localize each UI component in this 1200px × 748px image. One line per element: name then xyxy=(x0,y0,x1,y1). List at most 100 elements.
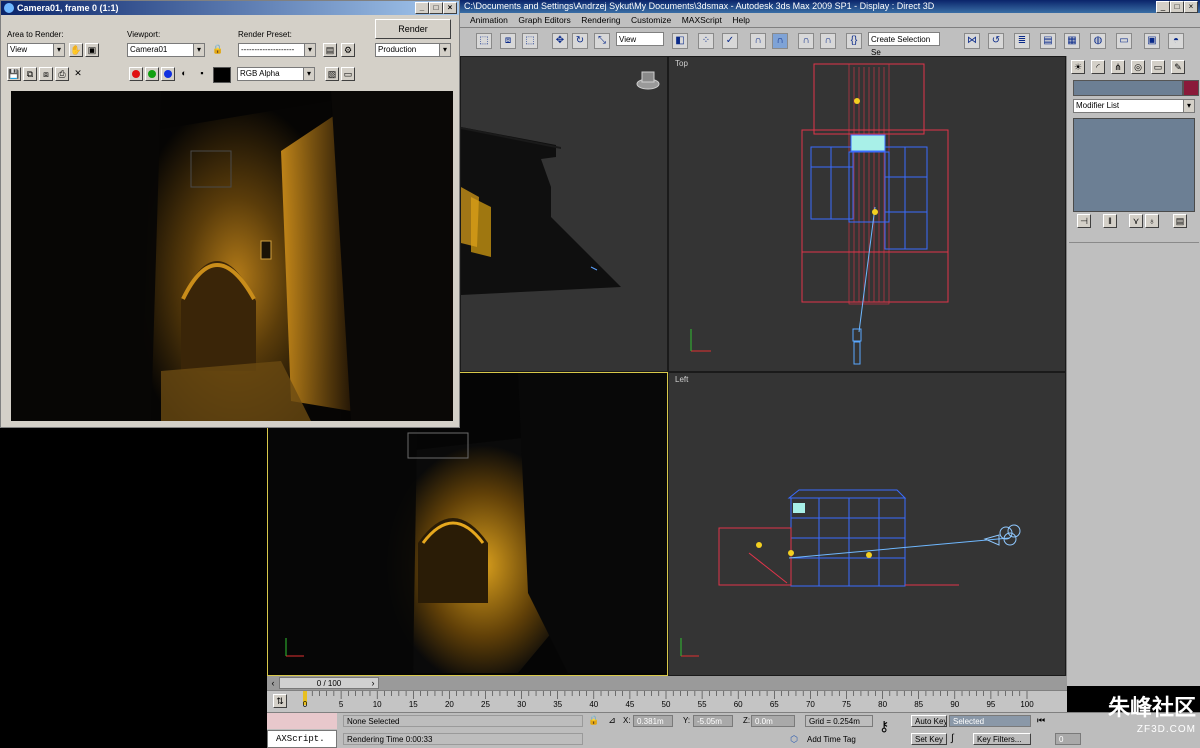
selection-set-select[interactable]: Create Selection Se xyxy=(868,32,940,57)
environment-icon[interactable]: ⚙ xyxy=(341,43,355,57)
utilities-tab-icon[interactable]: ✎ xyxy=(1171,60,1185,74)
current-frame-field[interactable]: 0 xyxy=(1055,733,1081,745)
toggle-ui-icon[interactable]: ▭ xyxy=(341,67,355,81)
spinner-snap-icon[interactable]: ∩ xyxy=(820,33,836,49)
monochrome-icon[interactable]: ▪ xyxy=(195,67,209,81)
toggle-ui-overlay-icon[interactable]: ▧ xyxy=(325,67,339,81)
absolute-mode-icon[interactable]: ⊿ xyxy=(605,714,619,728)
pivot-icon[interactable]: ◧ xyxy=(672,33,688,49)
menu-animation[interactable]: Animation xyxy=(466,13,512,27)
auto-key-button[interactable]: Auto Key xyxy=(911,715,947,727)
rendered-frame-icon[interactable]: ▣ xyxy=(1144,33,1160,49)
modifier-stack[interactable] xyxy=(1073,118,1195,212)
viewport-left[interactable]: Left xyxy=(668,372,1066,676)
show-end-result-icon[interactable]: ‖ xyxy=(1103,214,1117,228)
print-image-icon[interactable]: ⎙ xyxy=(55,67,69,81)
set-key-key-icon[interactable]: ⚷ xyxy=(879,719,889,733)
time-tag-icon[interactable]: ⬡ xyxy=(787,733,801,747)
material-editor-icon[interactable]: ◍ xyxy=(1090,33,1106,49)
window-crossing-icon[interactable]: ⧈ xyxy=(500,33,516,49)
time-prev-icon[interactable]: ‹ xyxy=(267,676,279,690)
menu-maxscript[interactable]: MAXScript xyxy=(678,13,726,27)
time-slider-thumb[interactable]: 0 / 100 xyxy=(279,677,379,689)
y-coordinate-field[interactable]: -5.05m xyxy=(693,715,733,727)
track-bar[interactable]: ⇅ 0 5 10 15 20 25 30 35 40 45 50 55 60 65 70 75 80 85 90 95… xyxy=(267,690,1067,713)
angle-snap-icon[interactable]: ∩ xyxy=(772,33,788,49)
keyboard-shortcut-icon[interactable]: ⁘ xyxy=(698,33,714,49)
green-channel-icon[interactable] xyxy=(145,67,159,81)
move-icon[interactable]: ✥ xyxy=(552,33,568,49)
remove-modifier-icon[interactable]: ♁ xyxy=(1145,214,1159,228)
goto-start-icon[interactable]: ⏮ xyxy=(1037,715,1045,726)
select-region-icon[interactable]: ⬚ xyxy=(476,33,492,49)
menu-graph-editors[interactable]: Graph Editors xyxy=(514,13,574,27)
modifier-list-select[interactable]: Modifier List xyxy=(1073,99,1195,113)
rotate-icon[interactable]: ↻ xyxy=(572,33,588,49)
production-select[interactable]: Production xyxy=(375,43,451,57)
selection-lock-icon[interactable]: 🔒 xyxy=(587,714,601,728)
area-to-render-select[interactable]: View xyxy=(7,43,65,57)
display-channel-select[interactable]: RGB Alpha xyxy=(237,67,315,81)
blue-channel-icon[interactable] xyxy=(161,67,175,81)
pin-stack-icon[interactable]: ⊣ xyxy=(1077,214,1091,228)
modify-tab-icon[interactable]: ◜ xyxy=(1091,60,1105,74)
snap-2d-icon[interactable]: ∩ xyxy=(750,33,766,49)
menu-rendering[interactable]: Rendering xyxy=(577,13,624,27)
render-preset-select[interactable]: -------------------- xyxy=(238,43,316,57)
schematic-view-icon[interactable]: ▦ xyxy=(1064,33,1080,49)
lock-viewport-icon[interactable]: 🔒 xyxy=(211,43,225,57)
motion-tab-icon[interactable]: ◎ xyxy=(1131,60,1145,74)
copy-image-icon[interactable]: ⧉ xyxy=(23,67,37,81)
minimize-button[interactable]: _ xyxy=(1156,1,1170,13)
mirror-icon[interactable]: ⋈ xyxy=(964,33,980,49)
configure-sets-icon[interactable]: ▤ xyxy=(1173,214,1187,228)
rfw-minimize-button[interactable]: _ xyxy=(415,2,429,14)
viewport-select[interactable]: Camera01 xyxy=(127,43,205,57)
curve-editor-icon[interactable]: ▤ xyxy=(1040,33,1056,49)
swatch-color[interactable] xyxy=(213,67,231,83)
viewport-top[interactable]: Top xyxy=(668,56,1066,372)
time-next-icon[interactable]: › xyxy=(367,676,379,690)
add-time-tag-label[interactable]: Add Time Tag xyxy=(807,734,856,746)
key-filters-button[interactable]: Key Filters... xyxy=(973,733,1031,745)
menu-customize[interactable]: Customize xyxy=(627,13,675,27)
clear-image-icon[interactable]: ✕ xyxy=(71,67,85,81)
viewport-perspective[interactable] xyxy=(460,56,668,372)
save-image-icon[interactable]: 💾 xyxy=(7,67,21,81)
snap-toggle-icon[interactable]: ✓ xyxy=(722,33,738,49)
alpha-channel-icon[interactable]: ◐ xyxy=(177,67,191,81)
red-channel-icon[interactable] xyxy=(129,67,143,81)
maxscript-mini-listener[interactable]: AXScript. xyxy=(267,730,337,748)
render-setup-icon[interactable]: ▭ xyxy=(1116,33,1132,49)
render-setup-icon[interactable]: ▤ xyxy=(323,43,337,57)
layer-manager-icon[interactable]: ≣ xyxy=(1014,33,1030,49)
display-tab-icon[interactable]: ▭ xyxy=(1151,60,1165,74)
auto-region-icon[interactable]: ▣ xyxy=(85,43,99,57)
align-icon[interactable]: ↺ xyxy=(988,33,1004,49)
time-slider-track[interactable]: ‹ 0 / 100 › xyxy=(267,676,1067,690)
render-button[interactable]: Render xyxy=(375,19,451,39)
key-tangent-icon[interactable]: ∫ xyxy=(951,733,954,744)
close-button[interactable]: × xyxy=(1184,1,1198,13)
percent-snap-icon[interactable]: ∩ xyxy=(798,33,814,49)
hierarchy-tab-icon[interactable]: ⋔ xyxy=(1111,60,1125,74)
make-unique-icon[interactable]: ⋎ xyxy=(1129,214,1143,228)
clone-window-icon[interactable]: ⧈ xyxy=(39,67,53,81)
rfw-maximize-button[interactable]: □ xyxy=(429,2,443,14)
set-key-button[interactable]: Set Key xyxy=(911,733,947,745)
named-selection-icon[interactable]: {} xyxy=(846,33,862,49)
rfw-close-button[interactable]: × xyxy=(443,2,457,14)
select-lasso-icon[interactable]: ⬚ xyxy=(522,33,538,49)
create-tab-icon[interactable]: ☀ xyxy=(1071,60,1085,74)
edit-region-icon[interactable]: ✋ xyxy=(69,43,83,57)
key-mode-select[interactable]: Selected xyxy=(949,715,1031,727)
z-coordinate-field[interactable]: 0.0m xyxy=(751,715,795,727)
quick-render-icon[interactable]: ◓ xyxy=(1168,33,1184,49)
object-color-swatch[interactable] xyxy=(1183,80,1199,96)
ref-coord-select[interactable]: View xyxy=(616,32,664,46)
scale-icon[interactable]: ⤡ xyxy=(594,33,610,49)
x-coordinate-field[interactable]: 0.381m xyxy=(633,715,673,727)
maximize-button[interactable]: □ xyxy=(1170,1,1184,13)
maxscript-listener-pink[interactable] xyxy=(267,713,337,729)
object-name-field[interactable] xyxy=(1073,80,1183,96)
